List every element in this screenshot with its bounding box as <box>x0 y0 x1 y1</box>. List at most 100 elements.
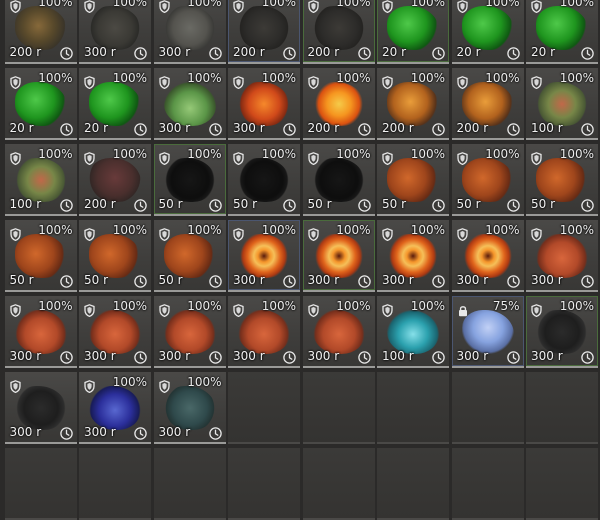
durability-percent: 100% <box>112 299 147 313</box>
inventory-slot[interactable]: 100% 300 r <box>79 296 151 368</box>
inventory-slot-empty[interactable] <box>451 448 524 520</box>
item-price: 50 r <box>382 197 407 211</box>
inventory-slot[interactable]: 100% 50 r <box>153 144 226 216</box>
inventory-slot[interactable]: 100% 20 r <box>4 68 77 140</box>
item-image <box>89 234 141 278</box>
inventory-slot[interactable]: 100% 50 r <box>4 220 77 292</box>
shield-icon <box>233 302 244 318</box>
clock-icon <box>283 197 296 212</box>
durability-percent: 100% <box>559 299 594 313</box>
inventory-slot-empty[interactable] <box>79 448 151 520</box>
inventory-slot[interactable]: 75% 300 r <box>451 296 524 368</box>
item-price: 200 r <box>9 45 42 59</box>
inventory-slot[interactable]: 100% 50 r <box>228 144 300 216</box>
inventory-slot[interactable]: 100% 50 r <box>526 144 598 216</box>
shield-icon <box>158 302 170 318</box>
inventory-slot[interactable]: 100% 200 r <box>228 0 300 64</box>
inventory-slot[interactable]: 100% 200 r <box>377 68 449 140</box>
item-image <box>312 234 365 278</box>
durability-percent: 100% <box>485 71 520 85</box>
item-image <box>461 6 514 50</box>
inventory-slot-empty[interactable] <box>153 448 226 520</box>
inventory-slot[interactable]: 100% 300 r <box>228 220 300 292</box>
shield-icon <box>158 74 170 90</box>
item-image <box>163 82 216 126</box>
shield-icon <box>158 226 170 242</box>
inventory-slot-empty[interactable] <box>302 372 375 444</box>
durability-percent: 100% <box>38 147 73 161</box>
inventory-slot[interactable]: 100% 100 r <box>377 296 449 368</box>
shield-icon <box>9 74 21 90</box>
clock-icon <box>134 121 147 136</box>
inventory-slot[interactable]: 100% 300 r <box>302 220 375 292</box>
inventory-slot[interactable]: 100% 300 r <box>153 68 226 140</box>
inventory-slot[interactable]: 100% 100 r <box>4 144 77 216</box>
item-price: 20 r <box>382 45 407 59</box>
shield-icon <box>9 226 21 242</box>
inventory-slot[interactable]: 300 r <box>4 372 77 444</box>
item-price: 300 r <box>307 349 340 363</box>
inventory-slot[interactable]: 100% 20 r <box>526 0 598 64</box>
clock-icon <box>59 273 73 288</box>
inventory-slot[interactable]: 100% 300 r <box>228 296 300 368</box>
inventory-slot-empty[interactable] <box>526 448 598 520</box>
inventory-slot[interactable]: 100% 300 r <box>526 220 598 292</box>
inventory-slot[interactable]: 100% 20 r <box>451 0 524 64</box>
durability-percent: 100% <box>336 0 371 9</box>
inventory-slot[interactable]: 100% 20 r <box>377 0 449 64</box>
inventory-slot[interactable]: 100% 300 r <box>526 296 598 368</box>
item-price: 300 r <box>456 349 489 363</box>
clock-icon <box>208 349 222 364</box>
inventory-slot[interactable]: 100% 200 r <box>302 0 375 64</box>
inventory-slot-empty[interactable] <box>526 372 598 444</box>
inventory-slot-empty[interactable] <box>228 372 300 444</box>
shield-icon <box>531 0 542 14</box>
inventory-slot[interactable]: 100% 100 r <box>526 68 598 140</box>
item-price: 50 r <box>233 197 258 211</box>
inventory-slot[interactable]: 100% 300 r <box>153 296 226 368</box>
item-image <box>89 310 141 354</box>
inventory-slot-empty[interactable] <box>377 372 449 444</box>
clock-icon <box>357 349 371 364</box>
shield-icon <box>158 150 170 166</box>
inventory-slot[interactable]: 100% 50 r <box>302 144 375 216</box>
clock-icon <box>506 197 520 212</box>
shield-icon <box>158 0 170 14</box>
inventory-slot[interactable]: 100% 20 r <box>79 68 151 140</box>
inventory-slot[interactable]: 100% 200 r <box>4 0 77 64</box>
durability-percent: 100% <box>559 0 594 9</box>
inventory-slot-empty[interactable] <box>451 372 524 444</box>
inventory-slot[interactable]: 100% 200 r <box>79 144 151 216</box>
inventory-slot-empty[interactable] <box>377 448 449 520</box>
inventory-slot[interactable]: 100% 50 r <box>451 144 524 216</box>
durability-percent: 100% <box>112 375 147 389</box>
inventory-slot[interactable]: 100% 300 r <box>228 68 300 140</box>
clock-icon <box>283 273 296 288</box>
clock-icon <box>581 197 594 212</box>
inventory-slot[interactable]: 100% 300 r <box>153 0 226 64</box>
inventory-slot[interactable]: 100% 300 r <box>451 220 524 292</box>
inventory-slot[interactable]: 100% 300 r <box>377 220 449 292</box>
durability-percent: 100% <box>261 71 296 85</box>
inventory-slot[interactable]: 100% 300 r <box>79 0 151 64</box>
inventory-slot[interactable]: 100% 300 r <box>153 372 226 444</box>
inventory-slot[interactable]: 100% 200 r <box>302 68 375 140</box>
item-price: 200 r <box>307 45 340 59</box>
inventory-slot[interactable]: 100% 50 r <box>153 220 226 292</box>
item-price: 300 r <box>531 349 563 363</box>
item-image <box>238 82 290 126</box>
item-price: 300 r <box>84 45 116 59</box>
inventory-slot[interactable]: 100% 50 r <box>377 144 449 216</box>
clock-icon <box>581 121 594 136</box>
inventory-slot-empty[interactable] <box>228 448 300 520</box>
inventory-slot-empty[interactable] <box>4 448 77 520</box>
inventory-slot[interactable]: 100% 300 r <box>302 296 375 368</box>
inventory-slot[interactable]: 100% 300 r <box>4 296 77 368</box>
inventory-slot-empty[interactable] <box>302 448 375 520</box>
inventory-slot[interactable]: 100% 50 r <box>79 220 151 292</box>
inventory-slot[interactable]: 100% 200 r <box>451 68 524 140</box>
durability-percent: 100% <box>261 223 296 237</box>
shield-icon <box>382 302 393 318</box>
durability-percent: 75% <box>492 299 520 313</box>
inventory-slot[interactable]: 100% 300 r <box>79 372 151 444</box>
